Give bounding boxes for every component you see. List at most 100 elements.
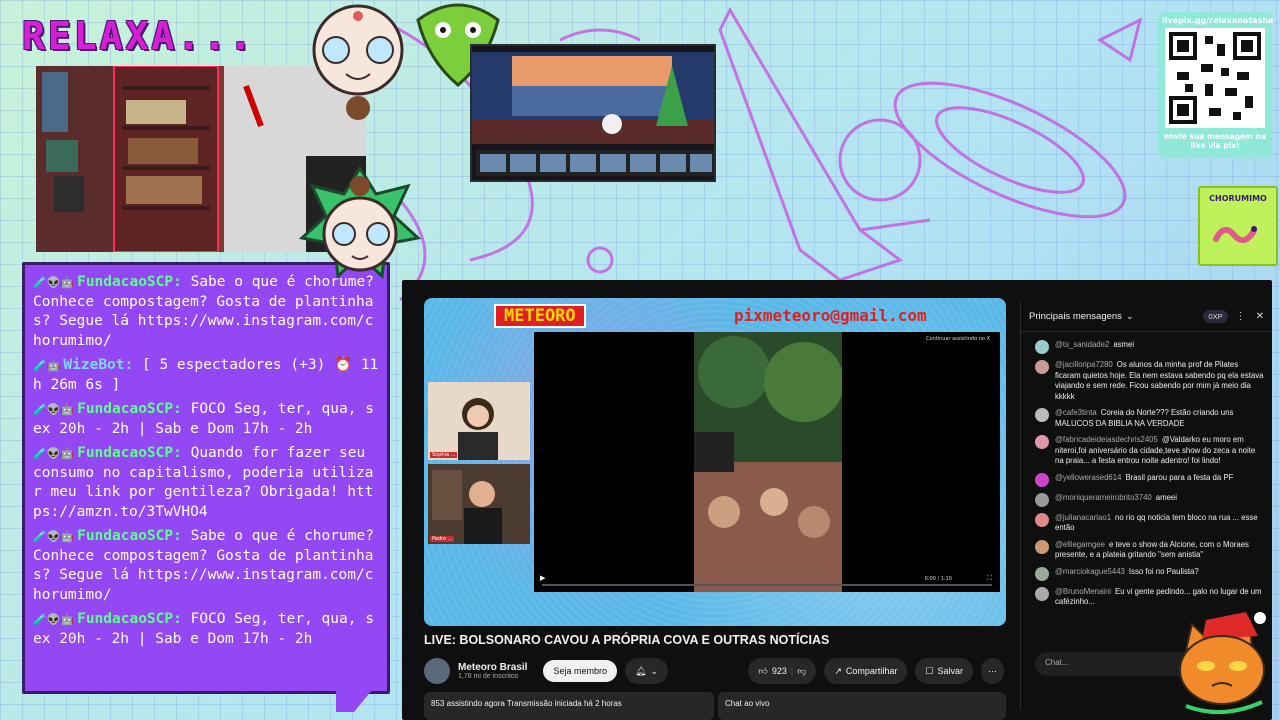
video-title: LIVE: BOLSONARO CAVOU A PRÓPRIA COVA E O… xyxy=(424,633,830,647)
stream-logo: RELAXA... xyxy=(22,14,255,58)
notification-button[interactable]: 🔔︎ ⌄ xyxy=(625,658,668,684)
guest-cam-2: Pedro ... xyxy=(428,464,530,544)
progress-bar[interactable] xyxy=(542,584,992,586)
save-button[interactable]: ☐ Salvar xyxy=(915,658,973,684)
chat-author[interactable]: @ts_sanidade2 xyxy=(1055,340,1109,349)
cat-mascot-icon xyxy=(1179,612,1266,715)
chat-avatar[interactable] xyxy=(1035,408,1049,422)
overlay-chat-message: 🧪👽🤖 FundacaoSCP: FOCO Seg, ter, qua, sex … xyxy=(33,400,379,439)
xp-badge[interactable]: 0XP xyxy=(1203,310,1228,323)
chat-message: @cafe3tinta Coreia do Norte??? Estão cria… xyxy=(1035,408,1264,429)
chat-message-list: @ts_sanidade2 asmei @jacilloripa7280 Os alu… xyxy=(1021,332,1272,632)
more-options-button[interactable]: ⋯ xyxy=(981,658,1004,684)
chat-message: @BrunoMenaini Eu vi gente pedindo... galo… xyxy=(1035,586,1264,608)
qr-code xyxy=(1165,28,1265,128)
dislike-icon[interactable]: 👎︎ xyxy=(797,666,806,677)
chat-author[interactable]: @jacilloripa7280 xyxy=(1055,360,1113,369)
chat-avatar[interactable] xyxy=(1035,586,1049,601)
youtube-window: METEORO pixmeteoro@gmail.com Sophia ... … xyxy=(402,280,1272,720)
overlay-chat-message: 🧪👽🤖 FundacaoSCP: FOCO Seg, ter, qua, sex … xyxy=(33,610,379,649)
user-badges: 🧪👽🤖 xyxy=(33,403,75,416)
chat-message: @julianacarlao1 no rio qq noticia tem blo… xyxy=(1035,512,1264,534)
chat-avatar[interactable] xyxy=(1035,539,1049,554)
chevron-down-icon[interactable]: ⌄ xyxy=(1126,311,1134,322)
fullscreen-icon[interactable]: ⛶ xyxy=(987,574,992,583)
chat-author[interactable]: @yellowerased614 xyxy=(1055,473,1121,482)
user-badges: 🧪👽🤖 xyxy=(33,530,75,543)
close-icon[interactable]: ✕ xyxy=(1256,311,1264,322)
chat-message: @elliegamgee e teve o show da Alcione, co… xyxy=(1035,539,1264,561)
chat-author[interactable]: @cafe3tinta xyxy=(1055,408,1097,417)
chorumimo-label: CHORUMIMO xyxy=(1209,194,1267,203)
more-icon: ⋯ xyxy=(988,665,997,676)
channel-row: Meteoro Brasil 1,78 mi de inscritos Seja… xyxy=(424,656,1004,686)
chat-avatar[interactable] xyxy=(1035,360,1049,374)
stream-chat-overlay: 🧪👽🤖 FundacaoSCP: Sabe o que é chorume? Co… xyxy=(22,262,390,694)
chat-replay-bar[interactable]: Chat ao vivo xyxy=(718,692,1006,720)
embedded-screenshot xyxy=(470,44,716,182)
chat-message: @moniquerameirobrito3740 ameei xyxy=(1035,492,1264,507)
user-badges: 🧪👽🤖 xyxy=(33,276,75,289)
video-frame[interactable]: Continuar assistindo no X ▶ 0:00 / 1:10 … xyxy=(534,332,1000,592)
like-count[interactable]: 923 xyxy=(772,666,787,676)
play-icon[interactable]: ▶ xyxy=(540,574,545,582)
guest-cam-1: Sophia ... xyxy=(428,382,530,460)
video-player[interactable]: METEORO pixmeteoro@gmail.com Sophia ... … xyxy=(424,298,1006,626)
share-button[interactable]: ↗ Compartilhar xyxy=(824,658,908,684)
chat-author[interactable]: @elliegamgee xyxy=(1055,540,1105,549)
chat-message: @ts_sanidade2 asmei xyxy=(1035,340,1264,354)
overlay-chat-message: 🧪👽🤖 FundacaoSCP: Quando for fazer seu con… xyxy=(33,444,379,522)
share-label: Compartilhar xyxy=(845,666,898,676)
speech-bubble-tail xyxy=(336,690,372,712)
chat-avatar[interactable] xyxy=(1035,472,1049,487)
worm-icon xyxy=(1213,226,1257,244)
video-stats[interactable]: 853 assistindo agora Transmissão iniciad… xyxy=(424,692,714,720)
channel-subs: 1,78 mi de inscritos xyxy=(458,673,519,680)
chat-filter-label[interactable]: Principais mensagens xyxy=(1029,311,1122,322)
chat-message-text: Isso foi no Paulista? xyxy=(1128,566,1199,576)
chat-message: @yellowerased614 Brasil parou para a fest… xyxy=(1035,472,1264,487)
join-button[interactable]: Seja membro xyxy=(543,660,617,682)
chat-author[interactable]: @moniquerameirobrito3740 xyxy=(1055,493,1152,502)
chat-message: @fabricadeideiasdechris2405 @Valdarko eu … xyxy=(1035,435,1264,467)
chat-username: FundacaoSCP: xyxy=(77,274,182,290)
chorumimo-badge: CHORUMIMO xyxy=(1198,186,1278,266)
livepix-caption: envie sua mensagem na live via pix! xyxy=(1163,132,1267,150)
chat-username: FundacaoSCP: xyxy=(77,611,182,627)
like-icon[interactable]: 👍︎ xyxy=(758,666,767,677)
chevron-down-icon: ⌄ xyxy=(650,665,658,676)
chat-menu-icon[interactable]: ⋮ xyxy=(1236,311,1246,322)
livepix-url: livepix.gg/relaxanatasha xyxy=(1162,16,1274,25)
chat-avatar[interactable] xyxy=(1035,566,1049,581)
user-badges: 🧪👽🤖 xyxy=(33,613,75,626)
user-badges: 🧪🤖 xyxy=(33,359,61,372)
chat-author[interactable]: @fabricadeideiasdechris2405 xyxy=(1055,435,1158,444)
continue-watching[interactable]: Continuar assistindo no X xyxy=(926,336,990,342)
chat-avatar[interactable] xyxy=(1035,492,1049,507)
overlay-chat-message: 🧪👽🤖 FundacaoSCP: Sabe o que é chorume? Co… xyxy=(33,527,379,605)
channel-avatar[interactable] xyxy=(424,658,450,684)
chat-avatar[interactable] xyxy=(1035,340,1049,354)
livepix-qr-card: livepix.gg/relaxanatasha envie sua mensa… xyxy=(1158,12,1274,158)
meteoro-brand: METEORO xyxy=(494,304,586,328)
chat-message-text: ameei xyxy=(1155,492,1178,502)
overlay-chat-message: 🧪🤖 WizeBot: [ 5 espectadores (+3) ⏰ 11h 2… xyxy=(33,356,379,395)
mascot-face-bottom xyxy=(298,165,422,280)
chat-message: @jacilloripa7280 Os alunos da minha prof … xyxy=(1035,360,1264,402)
pix-email: pixmeteoro@gmail.com xyxy=(734,306,927,325)
share-icon: ↗ xyxy=(834,665,842,676)
channel-name[interactable]: Meteoro Brasil xyxy=(458,662,527,673)
chat-author[interactable]: @julianacarlao1 xyxy=(1055,513,1111,522)
chat-username: FundacaoSCP: xyxy=(77,445,182,461)
chat-avatar[interactable] xyxy=(1035,512,1049,527)
guest-2-label: Pedro ... xyxy=(430,536,455,542)
chat-author[interactable]: @BrunoMenaini xyxy=(1055,587,1111,596)
chat-message: @marciokague5443 Isso foi no Paulista? xyxy=(1035,566,1264,581)
chat-author[interactable]: @marciokague5443 xyxy=(1055,567,1125,576)
save-label: Salvar xyxy=(937,666,963,676)
chat-username: WizeBot: xyxy=(63,357,134,373)
chat-avatar[interactable] xyxy=(1035,435,1049,449)
crowd-video-image xyxy=(694,332,842,592)
bell-icon: 🔔︎ xyxy=(635,665,647,676)
video-time: 0:00 / 1:10 xyxy=(924,576,952,582)
